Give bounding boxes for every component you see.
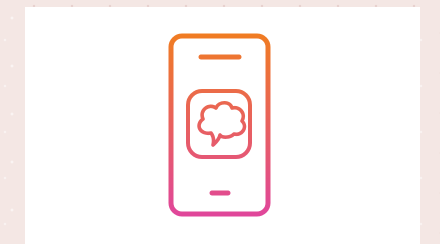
smartphone-chat-icon (168, 33, 271, 217)
phone-outline-icon (168, 33, 271, 217)
app-tile-icon (186, 89, 252, 159)
page-background (0, 0, 440, 244)
chat-bubble-icon (197, 100, 247, 147)
